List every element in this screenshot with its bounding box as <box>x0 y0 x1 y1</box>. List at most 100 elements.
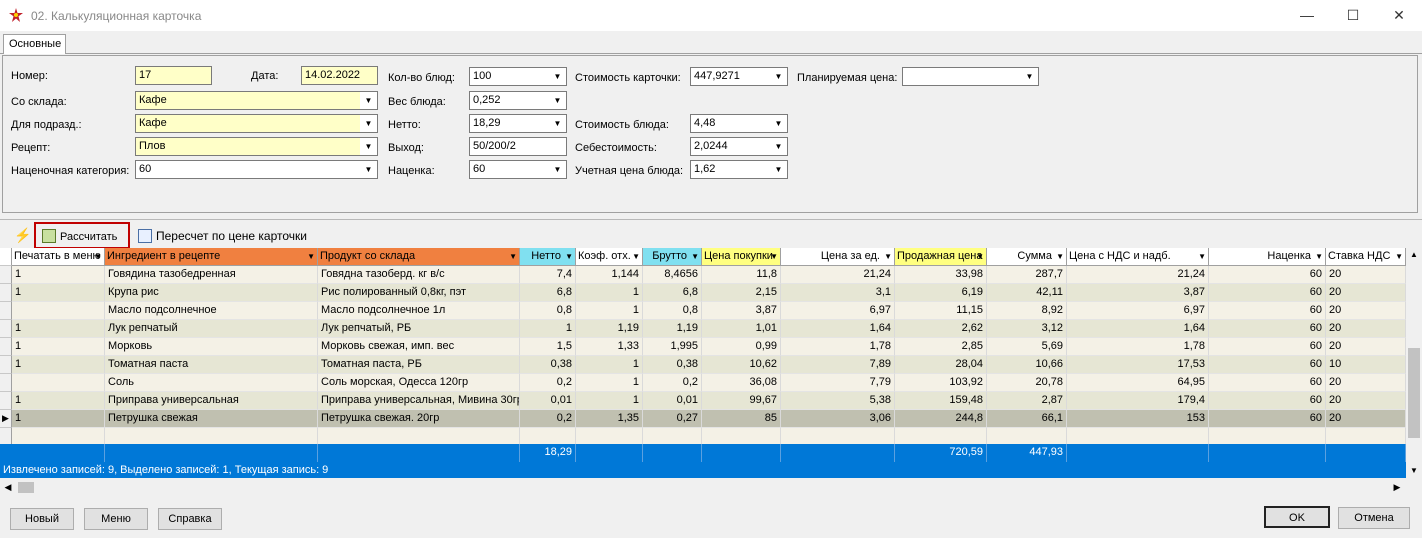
grid-cell[interactable]: 17,53 <box>1067 356 1209 374</box>
grid-cell[interactable]: 0,8 <box>520 302 576 320</box>
grid-cell[interactable]: Масло подсолнечное <box>105 302 318 320</box>
grid-cell[interactable]: 21,24 <box>781 266 895 284</box>
grid-cell[interactable]: 5,69 <box>987 338 1067 356</box>
ok-button[interactable]: OK <box>1264 506 1330 528</box>
grid-cell[interactable]: 60 <box>1209 266 1326 284</box>
grid-cell[interactable]: 8,4656 <box>643 266 702 284</box>
grid-cell[interactable]: 20 <box>1326 410 1406 428</box>
grid-cell[interactable]: 1,33 <box>576 338 643 356</box>
grid-cell[interactable]: 20 <box>1326 302 1406 320</box>
filter-arrow-icon[interactable]: ▼ <box>1315 252 1323 261</box>
grid-cell[interactable]: 3,87 <box>702 302 781 320</box>
grid-cell[interactable]: 7,89 <box>781 356 895 374</box>
grid-cell[interactable]: 60 <box>1209 356 1326 374</box>
grid-cell[interactable]: 2,85 <box>895 338 987 356</box>
grid-cell[interactable]: 6,8 <box>643 284 702 302</box>
grid-cell[interactable]: 1,5 <box>520 338 576 356</box>
output-field[interactable]: 50/200/2 <box>469 137 567 156</box>
warehouse-select[interactable]: Кафе ▼ <box>135 91 378 110</box>
grid-cell[interactable]: 6,19 <box>895 284 987 302</box>
grid-cell[interactable]: 1 <box>576 302 643 320</box>
grid-cell[interactable]: Петрушка свежая <box>105 410 318 428</box>
grid-cell[interactable]: 0,2 <box>643 374 702 392</box>
vertical-scrollbar[interactable]: ▲ ▼ <box>1406 248 1422 479</box>
grid-cell[interactable]: Лук репчатый, РБ <box>318 320 520 338</box>
grid-cell[interactable]: 8,92 <box>987 302 1067 320</box>
weight-select[interactable]: 0,252 ▼ <box>469 91 567 110</box>
grid-cell[interactable]: 1,144 <box>576 266 643 284</box>
maximize-icon[interactable]: ☐ <box>1330 0 1376 31</box>
grid-cell[interactable]: 0,27 <box>643 410 702 428</box>
grid-cell[interactable]: 99,67 <box>702 392 781 410</box>
grid-cell[interactable]: 1,64 <box>781 320 895 338</box>
grid-cell[interactable]: 1,19 <box>576 320 643 338</box>
row-indicator[interactable] <box>0 356 12 374</box>
grid-cell[interactable] <box>12 302 105 320</box>
grid-cell[interactable]: 1 <box>576 284 643 302</box>
lightning-icon[interactable]: ⚡ <box>10 223 35 249</box>
row-indicator[interactable] <box>0 320 12 338</box>
close-icon[interactable]: ✕ <box>1376 0 1422 31</box>
grid-cell[interactable]: 1,01 <box>702 320 781 338</box>
grid-cell[interactable]: 10,66 <box>987 356 1067 374</box>
new-button[interactable]: Новый <box>10 508 74 530</box>
row-indicator[interactable] <box>0 266 12 284</box>
grid-cell[interactable]: 2,62 <box>895 320 987 338</box>
grid-cell[interactable]: 1,19 <box>643 320 702 338</box>
column-header[interactable]: Печатать в меню ▼ <box>12 248 105 266</box>
column-header[interactable]: Брутто ▼ <box>643 248 702 266</box>
date-field[interactable]: 14.02.2022 <box>301 66 378 85</box>
row-indicator[interactable] <box>0 374 12 392</box>
filter-arrow-icon[interactable]: ▼ <box>1198 252 1206 261</box>
grid-cell[interactable]: 287,7 <box>987 266 1067 284</box>
grid-cell[interactable]: 60 <box>1209 338 1326 356</box>
chevron-down-icon[interactable]: ▼ <box>360 138 377 155</box>
grid-cell[interactable]: 1 <box>12 338 105 356</box>
grid-cell[interactable]: 103,92 <box>895 374 987 392</box>
grid-cell[interactable]: 20,78 <box>987 374 1067 392</box>
filter-arrow-icon[interactable]: ▼ <box>691 252 699 261</box>
grid-cell[interactable]: 11,15 <box>895 302 987 320</box>
grid-cell[interactable]: Соль морская, Одесса 120гр <box>318 374 520 392</box>
grid-cell[interactable]: 10,62 <box>702 356 781 374</box>
ingredients-grid[interactable]: Печатать в меню ▼ Ингредиент в рецепте ▼ Про… <box>0 248 1406 462</box>
chevron-down-icon[interactable]: ▼ <box>549 161 566 178</box>
grid-cell[interactable]: 10 <box>1326 356 1406 374</box>
grid-cell[interactable]: Петрушка свежая. 20гр <box>318 410 520 428</box>
grid-cell[interactable]: 64,95 <box>1067 374 1209 392</box>
grid-cell[interactable]: 0,01 <box>643 392 702 410</box>
filter-arrow-icon[interactable]: ▼ <box>976 252 984 261</box>
grid-cell[interactable]: 1 <box>12 284 105 302</box>
grid-cell[interactable]: 66,1 <box>987 410 1067 428</box>
calculate-button[interactable]: Рассчитать <box>34 222 130 249</box>
grid-cell[interactable]: 153 <box>1067 410 1209 428</box>
column-header[interactable]: Цена покупки ▼ <box>702 248 781 266</box>
grid-cell[interactable]: 0,01 <box>520 392 576 410</box>
filter-arrow-icon[interactable]: ▼ <box>1056 252 1064 261</box>
dept-select[interactable]: Кафе ▼ <box>135 114 378 133</box>
grid-cell[interactable]: 1 <box>520 320 576 338</box>
grid-cell[interactable] <box>12 374 105 392</box>
grid-cell[interactable]: 0,2 <box>520 410 576 428</box>
scroll-down-icon[interactable]: ▼ <box>1406 464 1422 478</box>
grid-cell[interactable]: Масло подсолнечное 1л <box>318 302 520 320</box>
chevron-down-icon[interactable]: ▼ <box>770 161 787 178</box>
column-header[interactable]: Ингредиент в рецепте ▼ <box>105 248 318 266</box>
grid-cell[interactable]: 20 <box>1326 374 1406 392</box>
grid-cell[interactable]: 179,4 <box>1067 392 1209 410</box>
grid-cell[interactable]: Морковь <box>105 338 318 356</box>
grid-cell[interactable]: 5,38 <box>781 392 895 410</box>
column-header[interactable]: Сумма ▼ <box>987 248 1067 266</box>
row-indicator[interactable] <box>0 302 12 320</box>
grid-cell[interactable]: 1,35 <box>576 410 643 428</box>
grid-cell[interactable]: 1 <box>12 356 105 374</box>
grid-cell[interactable]: 6,97 <box>1067 302 1209 320</box>
number-field[interactable]: 17 <box>135 66 212 85</box>
grid-cell[interactable]: Рис полированный 0,8кг, пэт <box>318 284 520 302</box>
grid-cell[interactable]: Морковь свежая, имп. вес <box>318 338 520 356</box>
grid-cell[interactable]: 60 <box>1209 284 1326 302</box>
grid-cell[interactable]: 60 <box>1209 302 1326 320</box>
grid-cell[interactable]: 20 <box>1326 392 1406 410</box>
grid-cell[interactable]: Томатная паста, РБ <box>318 356 520 374</box>
filter-arrow-icon[interactable]: ▼ <box>770 252 778 261</box>
